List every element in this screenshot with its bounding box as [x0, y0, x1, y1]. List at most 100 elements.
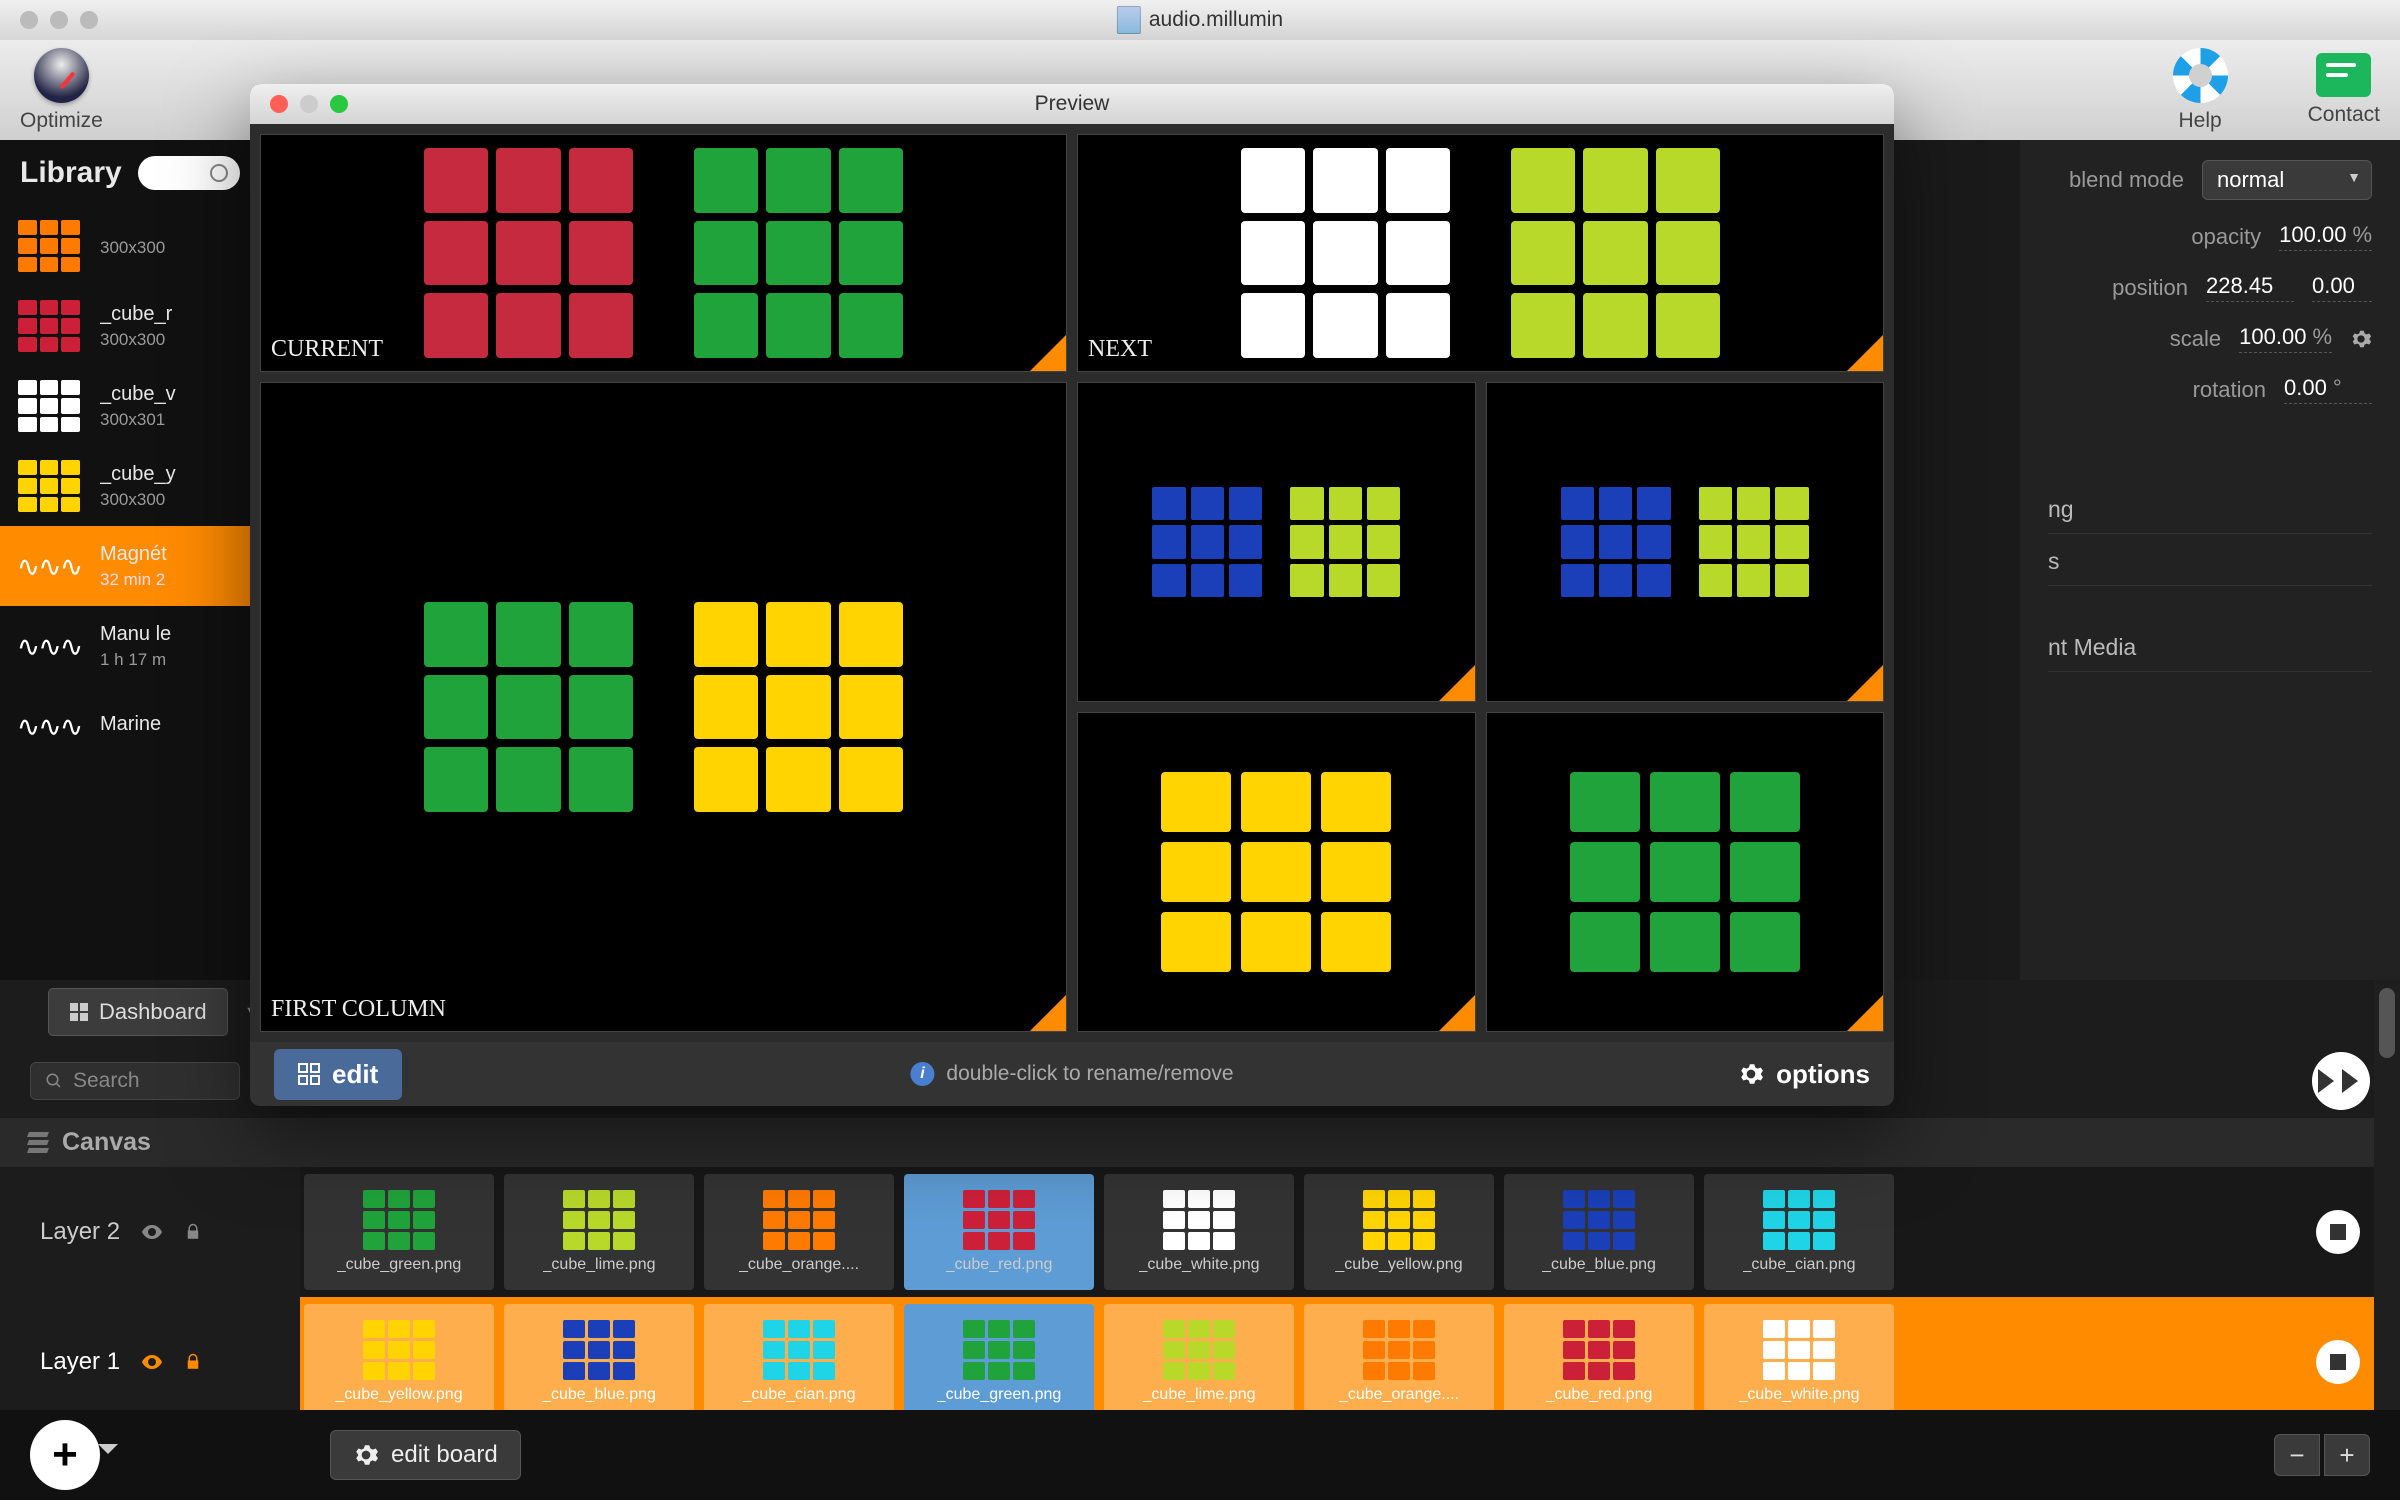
clip[interactable]: _cube_yellow.png — [1304, 1174, 1494, 1290]
clip-label: _cube_orange.... — [739, 1256, 859, 1274]
fast-forward-button[interactable] — [2312, 1052, 2370, 1110]
maximize-window-button[interactable] — [80, 11, 98, 29]
opacity-value[interactable]: 100.00% — [2279, 222, 2372, 251]
grid-icon — [298, 1063, 320, 1085]
optimize-button[interactable]: Optimize — [20, 48, 103, 133]
preview-current-pane[interactable]: CURRENT — [260, 134, 1067, 372]
layer-name[interactable]: Layer 1 — [40, 1348, 120, 1376]
preview-footer: edit i double-click to rename/remove opt… — [250, 1042, 1894, 1106]
prop-section-s2[interactable] — [2048, 590, 2372, 620]
clip[interactable]: _cube_orange.... — [704, 1174, 894, 1290]
optimize-label: Optimize — [20, 109, 103, 133]
clip-label: _cube_orange.... — [1339, 1386, 1459, 1404]
position-y-value[interactable]: 0.00 — [2312, 273, 2372, 302]
clip-label: _cube_red.png — [946, 1256, 1053, 1274]
gear-icon — [353, 1442, 379, 1468]
preview-close-button[interactable] — [270, 95, 288, 113]
position-x-value[interactable]: 228.45 — [2206, 273, 2294, 302]
rotation-value[interactable]: 0.00° — [2284, 375, 2372, 404]
preview-thumb[interactable] — [1486, 382, 1885, 702]
clip[interactable]: _cube_cian.png — [1704, 1174, 1894, 1290]
resize-handle-icon[interactable] — [1847, 335, 1883, 371]
contact-button[interactable]: Contact — [2308, 48, 2380, 127]
library-item[interactable]: ∿∿∿Magnét32 min 2 — [0, 526, 260, 606]
layer-name[interactable]: Layer 2 — [40, 1218, 120, 1246]
clip[interactable]: _cube_red.png — [904, 1174, 1094, 1290]
preview-first-column-pane[interactable]: FIRST COLUMN — [260, 382, 1067, 1032]
clip[interactable]: _cube_lime.png — [504, 1174, 694, 1290]
library-item[interactable]: ∿∿∿Manu le1 h 17 m — [0, 606, 260, 686]
visibility-toggle[interactable] — [140, 1350, 164, 1374]
library-item[interactable]: _cube_y300x300 — [0, 446, 260, 526]
library-item[interactable]: _cube_v300x301 — [0, 366, 260, 446]
library-item[interactable]: _cube_r300x300 — [0, 286, 260, 366]
prop-section-s[interactable]: s — [2048, 538, 2372, 586]
clip-label: _cube_lime.png — [1143, 1386, 1256, 1404]
waveform-icon: ∿∿∿ — [17, 550, 81, 583]
help-button[interactable]: Help — [2173, 48, 2228, 133]
resize-handle-icon[interactable] — [1439, 995, 1475, 1031]
preview-maximize-button[interactable] — [330, 95, 348, 113]
resize-handle-icon[interactable] — [1030, 335, 1066, 371]
edit-board-button[interactable]: edit board — [330, 1430, 521, 1480]
preview-thumb[interactable] — [1486, 712, 1885, 1032]
preview-next-pane[interactable]: NEXT — [1077, 134, 1884, 372]
traffic-lights — [0, 11, 98, 29]
layer-stop-button[interactable] — [2316, 1210, 2360, 1254]
clip[interactable]: _cube_blue.png — [1504, 1174, 1694, 1290]
resize-handle-icon[interactable] — [1030, 995, 1066, 1031]
library-item-dims: 300x300 — [100, 238, 165, 258]
minimize-window-button[interactable] — [50, 11, 68, 29]
library-search-input[interactable] — [138, 156, 240, 190]
info-icon: i — [910, 1062, 934, 1086]
rotation-label: rotation — [2193, 377, 2266, 403]
library-item[interactable]: ∿∿∿Marine — [0, 686, 260, 766]
clip[interactable]: _cube_orange.... — [1304, 1304, 1494, 1420]
preview-thumb[interactable] — [1077, 382, 1476, 702]
first-column-label: FIRST COLUMN — [271, 996, 446, 1023]
layer-stop-button[interactable] — [2316, 1340, 2360, 1384]
footer-bar: + edit board − + — [0, 1410, 2400, 1500]
clip-label: _cube_cian.png — [1743, 1256, 1856, 1274]
preview-edit-button[interactable]: edit — [274, 1049, 402, 1100]
prop-section-ng[interactable]: ng — [2048, 486, 2372, 534]
preview-options-button[interactable]: options — [1738, 1059, 1870, 1090]
timeline-search-input[interactable]: Search — [30, 1062, 240, 1100]
next-label: NEXT — [1088, 336, 1152, 363]
resize-handle-icon[interactable] — [1847, 995, 1883, 1031]
zoom-in-button[interactable]: + — [2324, 1434, 2370, 1476]
prop-section-media[interactable]: nt Media — [2048, 624, 2372, 672]
clip-label: _cube_red.png — [1546, 1386, 1653, 1404]
clip[interactable]: _cube_lime.png — [1104, 1304, 1294, 1420]
chat-icon — [2316, 53, 2371, 97]
preview-minimize-button[interactable] — [300, 95, 318, 113]
scale-gear-icon[interactable] — [2350, 328, 2372, 350]
clip[interactable]: _cube_yellow.png — [304, 1304, 494, 1420]
zoom-out-button[interactable]: − — [2274, 1434, 2320, 1476]
close-window-button[interactable] — [20, 11, 38, 29]
scale-value[interactable]: 100.00% — [2239, 324, 2332, 353]
blend-mode-dropdown[interactable]: normal — [2202, 160, 2372, 200]
library-title: Library — [20, 156, 122, 190]
clip[interactable]: _cube_red.png — [1504, 1304, 1694, 1420]
library-item-dims: 300x301 — [100, 410, 176, 430]
resize-handle-icon[interactable] — [1847, 665, 1883, 701]
resize-handle-icon[interactable] — [1439, 665, 1475, 701]
dashboard-tab[interactable]: Dashboard — [48, 988, 228, 1036]
add-column-button[interactable]: + — [30, 1420, 100, 1490]
clip[interactable]: _cube_white.png — [1104, 1174, 1294, 1290]
clip-label: _cube_green.png — [937, 1386, 1062, 1404]
clip[interactable]: _cube_cian.png — [704, 1304, 894, 1420]
clip[interactable]: _cube_blue.png — [504, 1304, 694, 1420]
preview-thumb[interactable] — [1077, 712, 1476, 1032]
preview-titlebar[interactable]: Preview — [250, 84, 1894, 124]
clip[interactable]: _cube_green.png — [304, 1174, 494, 1290]
lock-icon[interactable] — [184, 1221, 202, 1243]
library-item[interactable]: 300x300 — [0, 206, 260, 286]
clip[interactable]: _cube_green.png — [904, 1304, 1094, 1420]
lock-icon[interactable] — [184, 1351, 202, 1373]
visibility-toggle[interactable] — [140, 1220, 164, 1244]
library-item-name: _cube_y — [100, 463, 176, 486]
canvas-header[interactable]: Canvas — [0, 1118, 2400, 1167]
clip[interactable]: _cube_white.png — [1704, 1304, 1894, 1420]
